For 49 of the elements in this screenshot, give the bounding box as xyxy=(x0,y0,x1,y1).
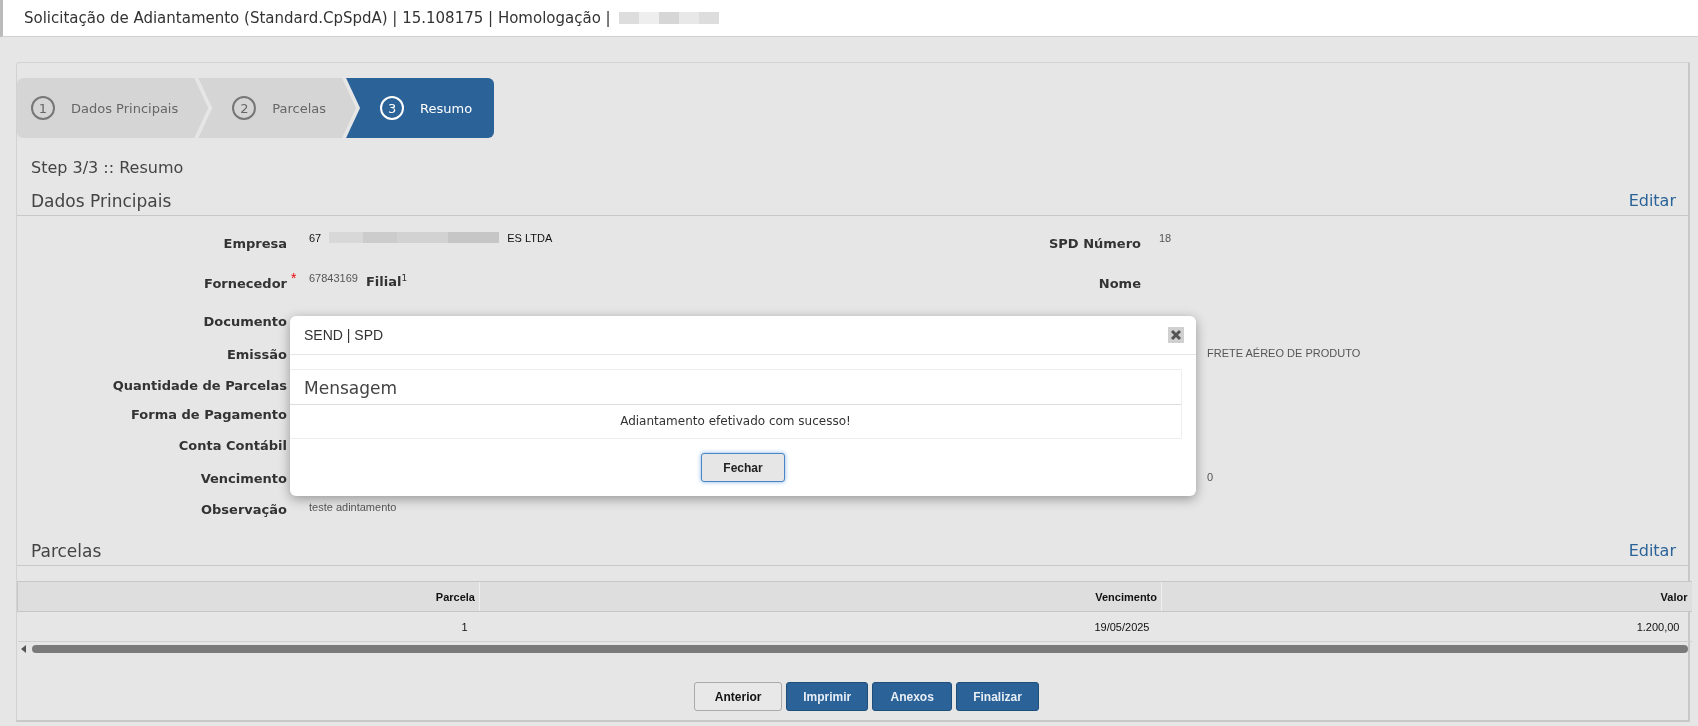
close-button[interactable]: Fechar xyxy=(701,453,785,482)
edit-link[interactable]: Editar xyxy=(1628,191,1676,210)
wizard-step[interactable]: 3 Resumo xyxy=(346,78,495,138)
wizard-step[interactable]: 2 Parcelas xyxy=(198,78,357,138)
field-label: Vencimento xyxy=(200,471,287,486)
field-value: teste adintamento xyxy=(309,501,397,513)
field-label: Documento xyxy=(203,314,287,329)
field-value: ES LTDA xyxy=(507,232,553,244)
step-title: Step 3/3 :: Resumo xyxy=(30,157,185,179)
field-label: Empresa xyxy=(223,236,287,251)
field-value: 67843169 xyxy=(309,272,358,284)
scroll-left-arrow-icon[interactable] xyxy=(21,645,26,653)
field-label: Nome xyxy=(1098,276,1141,291)
step-number: 2 xyxy=(232,96,257,120)
field-value: 67 xyxy=(309,232,322,244)
table-cell: 1.200,00 xyxy=(1161,611,1692,642)
section-heading: Parcelas xyxy=(31,541,102,561)
column-header: Parcela xyxy=(17,581,480,612)
scrollbar-thumb[interactable] xyxy=(32,645,1688,653)
action-button[interactable]: Finalizar xyxy=(956,682,1039,711)
table-cell: 19/05/2025 xyxy=(479,611,1162,642)
field-label: Forma de Pagamento xyxy=(131,407,287,422)
required-mark: * xyxy=(291,270,297,286)
field-label: Conta Contábil xyxy=(178,438,287,453)
step-number: 1 xyxy=(31,96,55,120)
field-label: Quantidade de Parcelas xyxy=(112,378,287,393)
field-label: Emissão xyxy=(226,347,287,362)
field-label: Filial$^{1}$ xyxy=(365,273,408,290)
window-title: Solicitação de Adiantamento (Standard.CpSpdA) | 15.108175 | Homologação | xyxy=(24,9,611,27)
step-number: 3 xyxy=(380,96,405,120)
dialog-message: Adiantamento efetivado com sucesso! xyxy=(619,413,852,430)
action-button[interactable]: Anterior xyxy=(694,682,783,711)
field-label: Fornecedor xyxy=(204,276,287,291)
field-value: 0 xyxy=(1207,471,1214,483)
section-heading: Dados Principais xyxy=(31,191,172,211)
field-value: FRETE AÉREO DE PRODUTO xyxy=(1207,347,1361,359)
field-value: 18 xyxy=(1159,232,1172,244)
panel-heading: Mensagem xyxy=(290,370,1181,405)
field-label: SPD Número xyxy=(1048,236,1141,251)
field-label: Observação xyxy=(201,502,287,517)
wizard-step[interactable]: 1 Dados Principais xyxy=(17,78,209,138)
column-header: Vencimento xyxy=(479,581,1162,612)
table-cell: 1 xyxy=(17,611,480,642)
edit-link[interactable]: Editar xyxy=(1628,541,1676,560)
action-button[interactable]: Anexos xyxy=(872,682,953,711)
close-icon[interactable] xyxy=(1168,327,1184,343)
action-button[interactable]: Imprimir xyxy=(786,682,869,711)
dialog-title: SEND | SPD xyxy=(304,327,384,343)
column-header: Valor xyxy=(1161,581,1692,612)
